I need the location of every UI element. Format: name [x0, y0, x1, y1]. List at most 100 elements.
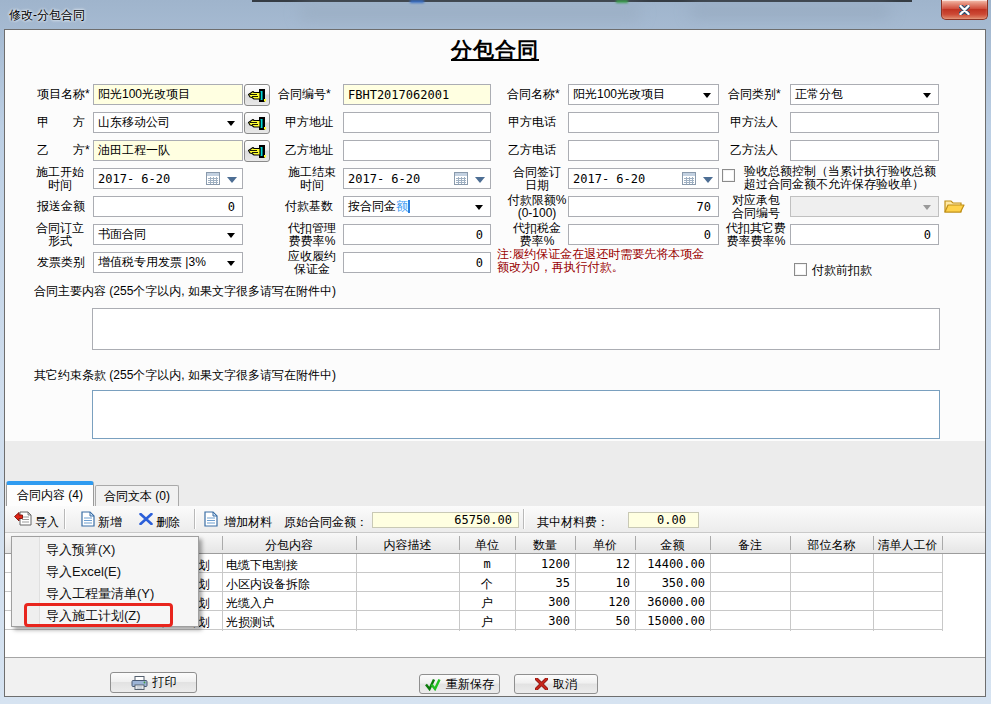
x-icon	[535, 678, 548, 690]
header-divider	[790, 536, 791, 550]
column-header[interactable]: 部位名称	[790, 537, 873, 554]
party-a-tel-input[interactable]	[568, 112, 719, 133]
delete-button[interactable]: 删除	[156, 514, 180, 531]
tab-contract-content[interactable]: 合同内容 (4)	[6, 481, 94, 506]
header-divider	[459, 536, 460, 550]
other-terms-textarea[interactable]	[92, 390, 940, 439]
header-divider	[942, 536, 943, 550]
chevron-down-icon	[475, 205, 483, 210]
mgmt-fee-rate-input[interactable]: 0	[343, 224, 491, 245]
background-window-smudge	[616, 0, 628, 3]
new-button[interactable]: 新增	[98, 514, 122, 531]
tax-rate-input[interactable]: 0	[568, 224, 719, 245]
pre-deduct-checkbox[interactable]	[794, 263, 807, 276]
add-material-icon[interactable]	[204, 511, 218, 530]
report-amount-input[interactable]: 0	[93, 196, 243, 217]
column-header[interactable]: 清单人工价	[873, 537, 942, 554]
contract-no-label: 合同编号*	[278, 88, 331, 101]
add-material-button[interactable]: 增加材料	[224, 514, 272, 531]
contract-name-combo[interactable]: 阳光100光改项目	[568, 84, 719, 105]
menu-item-import-excel[interactable]: 导入Excel(E)	[46, 561, 121, 583]
new-icon[interactable]	[81, 511, 95, 530]
header-divider	[710, 536, 711, 550]
delete-icon[interactable]	[139, 513, 153, 528]
import-button[interactable]: 导入	[35, 514, 59, 531]
import-icon[interactable]	[14, 510, 33, 530]
folder-icon	[944, 198, 965, 214]
party-b-legal-input[interactable]	[790, 140, 939, 161]
project-name-picker-button[interactable]	[244, 84, 270, 106]
column-header[interactable]: 数量	[515, 537, 575, 554]
document-icon	[204, 511, 218, 527]
other-fee-rate-input[interactable]: 0	[790, 224, 939, 245]
background-window-smudge	[252, 0, 912, 2]
column-header[interactable]: 分包内容	[222, 537, 356, 554]
payment-base-combo[interactable]: 按合同金额	[343, 196, 491, 217]
blue-x-icon	[139, 513, 153, 525]
contract-form-combo[interactable]: 书面合同	[93, 224, 243, 245]
save-button[interactable]: 重新保存	[419, 674, 500, 694]
import-context-menu: 导入预算(X) 导入Excel(E) 导入工程量清单(Y) 导入施工计划(Z)	[11, 536, 199, 627]
sign-date-datepicker[interactable]: 2017- 6-20	[568, 168, 719, 189]
column-header[interactable]: 备注	[710, 537, 790, 554]
party-a-addr-input[interactable]	[343, 112, 491, 133]
check-icon	[425, 678, 441, 691]
contract-type-label: 合同类别*	[728, 88, 781, 101]
browse-folder-button[interactable]	[944, 198, 965, 217]
party-a-label: 甲 方	[37, 116, 85, 129]
background-window-smudge	[300, 7, 640, 19]
column-header[interactable]: 内容描述	[356, 537, 459, 554]
close-button[interactable]	[941, 0, 988, 20]
end-time-datepicker[interactable]: 2017- 6-20	[343, 168, 491, 189]
contract-no-input[interactable]: FBHT2017062001	[343, 84, 491, 105]
header-divider	[222, 536, 223, 550]
chevron-down-icon	[703, 93, 711, 98]
chevron-down-icon	[923, 93, 931, 98]
background-window-smudge	[410, 0, 424, 3]
other-fee-rate-label: 代扣其它费费率费率%	[721, 222, 791, 248]
party-b-addr-input[interactable]	[343, 140, 491, 161]
main-content-textarea[interactable]	[92, 308, 940, 350]
payment-limit-input[interactable]: 70	[568, 196, 719, 217]
header-divider	[873, 536, 874, 550]
party-b-input[interactable]: 油田工程一队	[93, 140, 243, 161]
payment-limit-label: 付款限额%(0-100)	[502, 194, 572, 220]
project-name-input[interactable]: 阳光100光改项目	[93, 84, 243, 105]
tab-contract-text[interactable]: 合同文本 (0)	[95, 485, 179, 506]
invoice-type-combo[interactable]: 增值税专用发票 |3%	[93, 252, 243, 273]
start-time-datepicker[interactable]: 2017- 6-20	[93, 168, 243, 189]
menu-item-import-boq[interactable]: 导入工程量清单(Y)	[46, 583, 154, 605]
toolbar-separator	[523, 509, 524, 529]
cancel-button[interactable]: 取消	[514, 674, 598, 694]
deposit-label: 应收履约保证金	[277, 250, 347, 276]
print-button[interactable]: 打印	[110, 672, 197, 693]
deposit-note: 注:履约保证金在退还时需要先将本项金 额改为0，再执行付款。	[497, 248, 704, 273]
party-a-legal-input[interactable]	[790, 112, 939, 133]
grid-column-line	[942, 554, 943, 631]
chevron-down-icon	[227, 177, 237, 183]
acceptance-control-checkbox[interactable]	[722, 169, 735, 182]
main-content-label: 合同主要内容 (255个字以内, 如果文字很多请写在附件中)	[34, 285, 336, 298]
chevron-down-icon	[227, 233, 235, 238]
party-a-combo[interactable]: 山东移动公司	[93, 112, 243, 133]
original-amount-input[interactable]: 65750.00	[372, 512, 519, 528]
counter-contract-combo	[790, 196, 939, 217]
tax-rate-label: 代扣税金费率%	[502, 222, 572, 248]
column-header[interactable]: 单价	[575, 537, 635, 554]
menu-item-import-budget[interactable]: 导入预算(X)	[46, 539, 115, 561]
toolbar-separator	[194, 509, 195, 529]
text-caret	[408, 200, 410, 213]
party-b-tel-input[interactable]	[568, 140, 719, 161]
party-b-picker-button[interactable]	[244, 140, 270, 162]
material-fee-input[interactable]: 0.00	[628, 512, 699, 528]
deposit-input[interactable]: 0	[343, 252, 491, 273]
acceptance-control-label: 验收总额控制（当累计执行验收总额 超过合同金额不允许保存验收单）	[744, 165, 936, 190]
material-fee-label: 其中材料费：	[537, 514, 609, 531]
contract-form-label: 合同订立形式	[25, 222, 95, 248]
column-header[interactable]: 单位	[459, 537, 515, 554]
import-doc-arrow-icon	[14, 510, 33, 527]
column-header[interactable]: 金额	[635, 537, 710, 554]
party-a-picker-button[interactable]	[244, 112, 270, 134]
contract-type-combo[interactable]: 正常分包	[790, 84, 939, 105]
chevron-down-icon	[703, 177, 713, 183]
